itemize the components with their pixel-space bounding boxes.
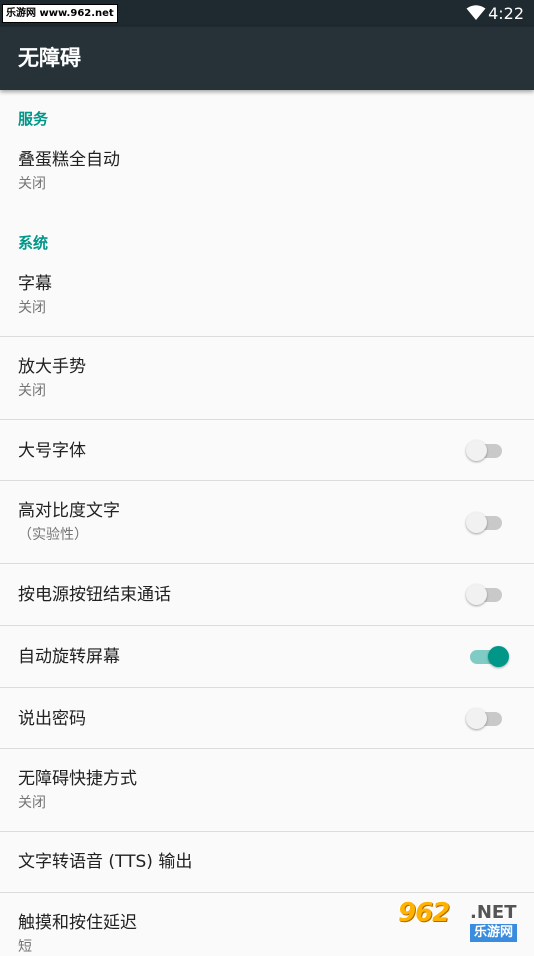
setting-item-high-contrast[interactable]: 高对比度文字 （实验性） — [0, 481, 534, 563]
watermark-logo-number: 962 — [398, 898, 450, 928]
setting-title: 自动旋转屏幕 — [18, 647, 120, 667]
large-text-switch[interactable] — [466, 437, 506, 463]
high-contrast-switch[interactable] — [466, 509, 506, 535]
status-time: 4:22 — [488, 4, 524, 23]
setting-title: 高对比度文字 — [18, 501, 120, 521]
status-bar: 乐游网 www.962.net 4:22 — [0, 0, 534, 27]
switch-thumb — [466, 440, 487, 461]
setting-item-cake-auto[interactable]: 叠蛋糕全自动 关闭 — [0, 140, 534, 202]
setting-item-magnification[interactable]: 放大手势 关闭 — [0, 337, 534, 419]
setting-title: 触摸和按住延迟 — [18, 913, 137, 933]
speak-passwords-switch[interactable] — [466, 705, 506, 731]
setting-item-power-ends-call[interactable]: 按电源按钮结束通话 — [0, 564, 534, 625]
page-title: 无障碍 — [18, 46, 81, 70]
watermark-logo: 962 .NET 乐游网 — [398, 898, 530, 946]
setting-title: 说出密码 — [18, 709, 86, 729]
setting-item-tts-output[interactable]: 文字转语音 (TTS) 输出 — [0, 832, 534, 892]
section-header-services: 服务 — [18, 110, 49, 128]
watermark-top-left: 乐游网 www.962.net — [2, 4, 118, 23]
setting-title: 大号字体 — [18, 441, 86, 461]
watermark-logo-sub: 乐游网 — [470, 924, 518, 942]
auto-rotate-switch[interactable] — [466, 643, 509, 669]
setting-title: 按电源按钮结束通话 — [18, 585, 171, 605]
setting-summary: 关闭 — [18, 383, 46, 399]
wifi-icon — [466, 5, 486, 20]
setting-item-auto-rotate[interactable]: 自动旋转屏幕 — [0, 626, 534, 687]
switch-thumb — [466, 584, 487, 605]
switch-thumb — [466, 512, 487, 533]
setting-summary: 关闭 — [18, 176, 46, 192]
setting-summary: 短 — [18, 939, 32, 955]
power-ends-call-switch[interactable] — [466, 581, 506, 607]
setting-title: 无障碍快捷方式 — [18, 769, 137, 789]
switch-thumb — [488, 646, 509, 667]
switch-thumb — [466, 708, 487, 729]
setting-summary: 关闭 — [18, 795, 46, 811]
setting-title: 放大手势 — [18, 357, 86, 377]
setting-item-speak-passwords[interactable]: 说出密码 — [0, 688, 534, 748]
app-bar: 无障碍 — [0, 27, 534, 90]
setting-title: 字幕 — [18, 274, 52, 294]
setting-summary: 关闭 — [18, 300, 46, 316]
setting-title: 文字转语音 (TTS) 输出 — [18, 852, 193, 872]
setting-title: 叠蛋糕全自动 — [18, 150, 120, 170]
setting-item-accessibility-shortcut[interactable]: 无障碍快捷方式 关闭 — [0, 749, 534, 831]
setting-item-captions[interactable]: 字幕 关闭 — [0, 264, 534, 336]
setting-summary: （实验性） — [18, 527, 88, 543]
section-header-system: 系统 — [18, 234, 49, 252]
setting-item-large-text[interactable]: 大号字体 — [0, 420, 534, 480]
watermark-logo-net: .NET — [470, 902, 517, 923]
